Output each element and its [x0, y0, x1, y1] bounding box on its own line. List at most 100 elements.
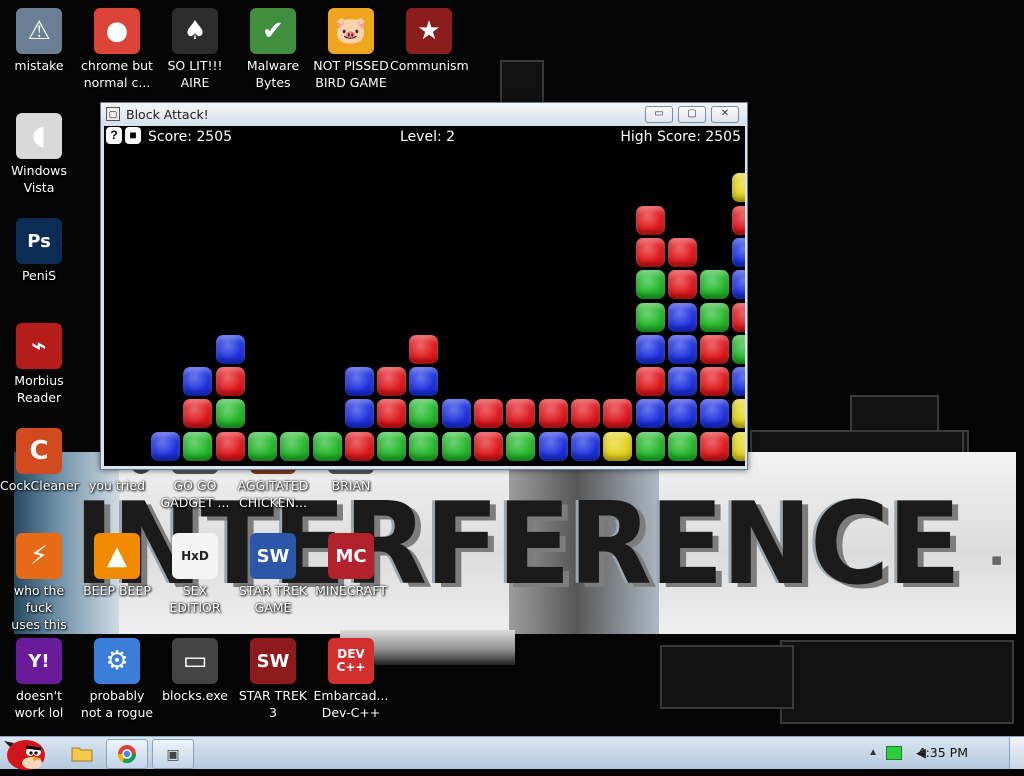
- game-block[interactable]: [700, 270, 730, 300]
- desktop-icon[interactable]: MC MINECRAFT: [312, 533, 390, 599]
- game-block[interactable]: [667, 302, 697, 332]
- game-block[interactable]: [247, 431, 277, 461]
- game-block[interactable]: [635, 302, 665, 332]
- game-block[interactable]: [667, 334, 697, 364]
- desktop-icon[interactable]: ◖ Windows Vista: [0, 113, 78, 196]
- taskbar-explorer[interactable]: [62, 739, 102, 767]
- game-block[interactable]: [667, 431, 697, 461]
- game-block[interactable]: [635, 205, 665, 235]
- game-block[interactable]: [667, 270, 697, 300]
- close-button[interactable]: ✕: [711, 106, 739, 123]
- game-block[interactable]: [667, 399, 697, 429]
- game-block[interactable]: [538, 431, 568, 461]
- game-block[interactable]: [732, 431, 745, 461]
- game-block[interactable]: [732, 334, 745, 364]
- game-block[interactable]: [441, 431, 471, 461]
- tray-expand-icon[interactable]: ▲: [868, 747, 878, 758]
- game-block[interactable]: [183, 399, 213, 429]
- game-block[interactable]: [667, 367, 697, 397]
- game-block[interactable]: [700, 367, 730, 397]
- game-block[interactable]: [474, 431, 503, 461]
- desktop-icon[interactable]: 🐷 NOT PISSED BIRD GAME: [312, 8, 390, 91]
- taskbar-clock[interactable]: 4:35 PM: [918, 745, 968, 760]
- desktop-icon[interactable]: HxD SEX EDITIOR: [156, 533, 234, 616]
- game-block[interactable]: [538, 399, 568, 429]
- window-titlebar[interactable]: ▢ Block Attack! ▭ ▢ ✕: [101, 103, 747, 125]
- game-block[interactable]: [635, 367, 665, 397]
- game-block[interactable]: [409, 431, 439, 461]
- minimize-button[interactable]: ▭: [645, 106, 673, 123]
- game-block[interactable]: [215, 334, 245, 364]
- game-block[interactable]: [732, 237, 745, 267]
- desktop-icon[interactable]: Y! doesn't work lol: [0, 638, 78, 721]
- desktop-icon[interactable]: SW STAR TREK 3: [234, 638, 312, 721]
- maximize-button[interactable]: ▢: [678, 106, 706, 123]
- game-block[interactable]: [151, 431, 180, 461]
- game-block[interactable]: [603, 399, 633, 429]
- game-block[interactable]: [215, 399, 245, 429]
- game-block[interactable]: [215, 367, 245, 397]
- taskbar-chrome[interactable]: [106, 739, 148, 769]
- game-block[interactable]: [635, 270, 665, 300]
- game-block[interactable]: [183, 367, 213, 397]
- game-block[interactable]: [700, 334, 730, 364]
- help-button[interactable]: ?: [106, 127, 122, 144]
- game-block[interactable]: [570, 399, 600, 429]
- game-block[interactable]: [635, 237, 665, 267]
- tray-battery-icon[interactable]: [886, 746, 902, 760]
- game-block[interactable]: [280, 431, 310, 461]
- game-block[interactable]: [700, 431, 730, 461]
- game-block[interactable]: [667, 237, 697, 267]
- game-block[interactable]: [474, 399, 503, 429]
- desktop-icon[interactable]: ⚠ mistake: [0, 8, 78, 74]
- game-block[interactable]: [700, 302, 730, 332]
- start-button[interactable]: [2, 731, 48, 771]
- taskbar-block-attack[interactable]: ▣: [152, 739, 194, 769]
- game-block[interactable]: [732, 302, 745, 332]
- game-block[interactable]: [344, 399, 374, 429]
- desktop-icon[interactable]: ▭ blocks.exe: [156, 638, 234, 704]
- game-board[interactable]: ? ■ Score: 2505 Level: 2 High Score: 250…: [104, 126, 745, 466]
- game-block[interactable]: [506, 399, 536, 429]
- desktop-icon[interactable]: ★ Communism: [390, 8, 469, 74]
- game-block[interactable]: [700, 399, 730, 429]
- game-block[interactable]: [603, 431, 633, 461]
- game-block[interactable]: [377, 399, 407, 429]
- game-block[interactable]: [732, 173, 745, 203]
- game-block[interactable]: [344, 431, 374, 461]
- score-text: Score: 2505: [148, 129, 233, 145]
- game-block[interactable]: [635, 431, 665, 461]
- show-desktop-button[interactable]: [1009, 737, 1024, 769]
- block-attack-window[interactable]: ▢ Block Attack! ▭ ▢ ✕ ? ■ Score: 2505 Le…: [100, 102, 748, 470]
- game-block[interactable]: [409, 399, 439, 429]
- game-block[interactable]: [441, 399, 471, 429]
- game-block[interactable]: [570, 431, 600, 461]
- game-block[interactable]: [506, 431, 536, 461]
- game-block[interactable]: [344, 367, 374, 397]
- desktop-icon[interactable]: ⌁ Morbius Reader: [0, 323, 78, 406]
- game-block[interactable]: [732, 270, 745, 300]
- game-block[interactable]: [635, 399, 665, 429]
- game-block[interactable]: [215, 431, 245, 461]
- pause-button[interactable]: ■: [125, 127, 141, 144]
- game-block[interactable]: [377, 431, 407, 461]
- desktop-icon[interactable]: ▲ BEEP BEEP: [78, 533, 156, 599]
- desktop-icon[interactable]: ● chrome but normal c...: [78, 8, 156, 91]
- desktop-icon[interactable]: ♠ SO LIT!!! AIRE: [156, 8, 234, 91]
- game-block[interactable]: [732, 399, 745, 429]
- game-block[interactable]: [409, 367, 439, 397]
- desktop-icon[interactable]: C CockCleaner: [0, 428, 79, 494]
- desktop-icon[interactable]: ⚡ who the fuck uses this: [0, 533, 78, 633]
- desktop-icon[interactable]: ⚙ probably not a rogue: [78, 638, 156, 721]
- desktop-icon[interactable]: Ps PeniS: [0, 218, 78, 284]
- game-block[interactable]: [312, 431, 342, 461]
- desktop-icon[interactable]: DEV C++ Embarcad... Dev-C++: [312, 638, 390, 721]
- game-block[interactable]: [635, 334, 665, 364]
- game-block[interactable]: [183, 431, 213, 461]
- game-block[interactable]: [732, 205, 745, 235]
- game-block[interactable]: [732, 367, 745, 397]
- game-block[interactable]: [409, 334, 439, 364]
- desktop-icon[interactable]: SW STAR TREK GAME: [234, 533, 312, 616]
- desktop-icon[interactable]: ✔ Malware Bytes: [234, 8, 312, 91]
- game-block[interactable]: [377, 367, 407, 397]
